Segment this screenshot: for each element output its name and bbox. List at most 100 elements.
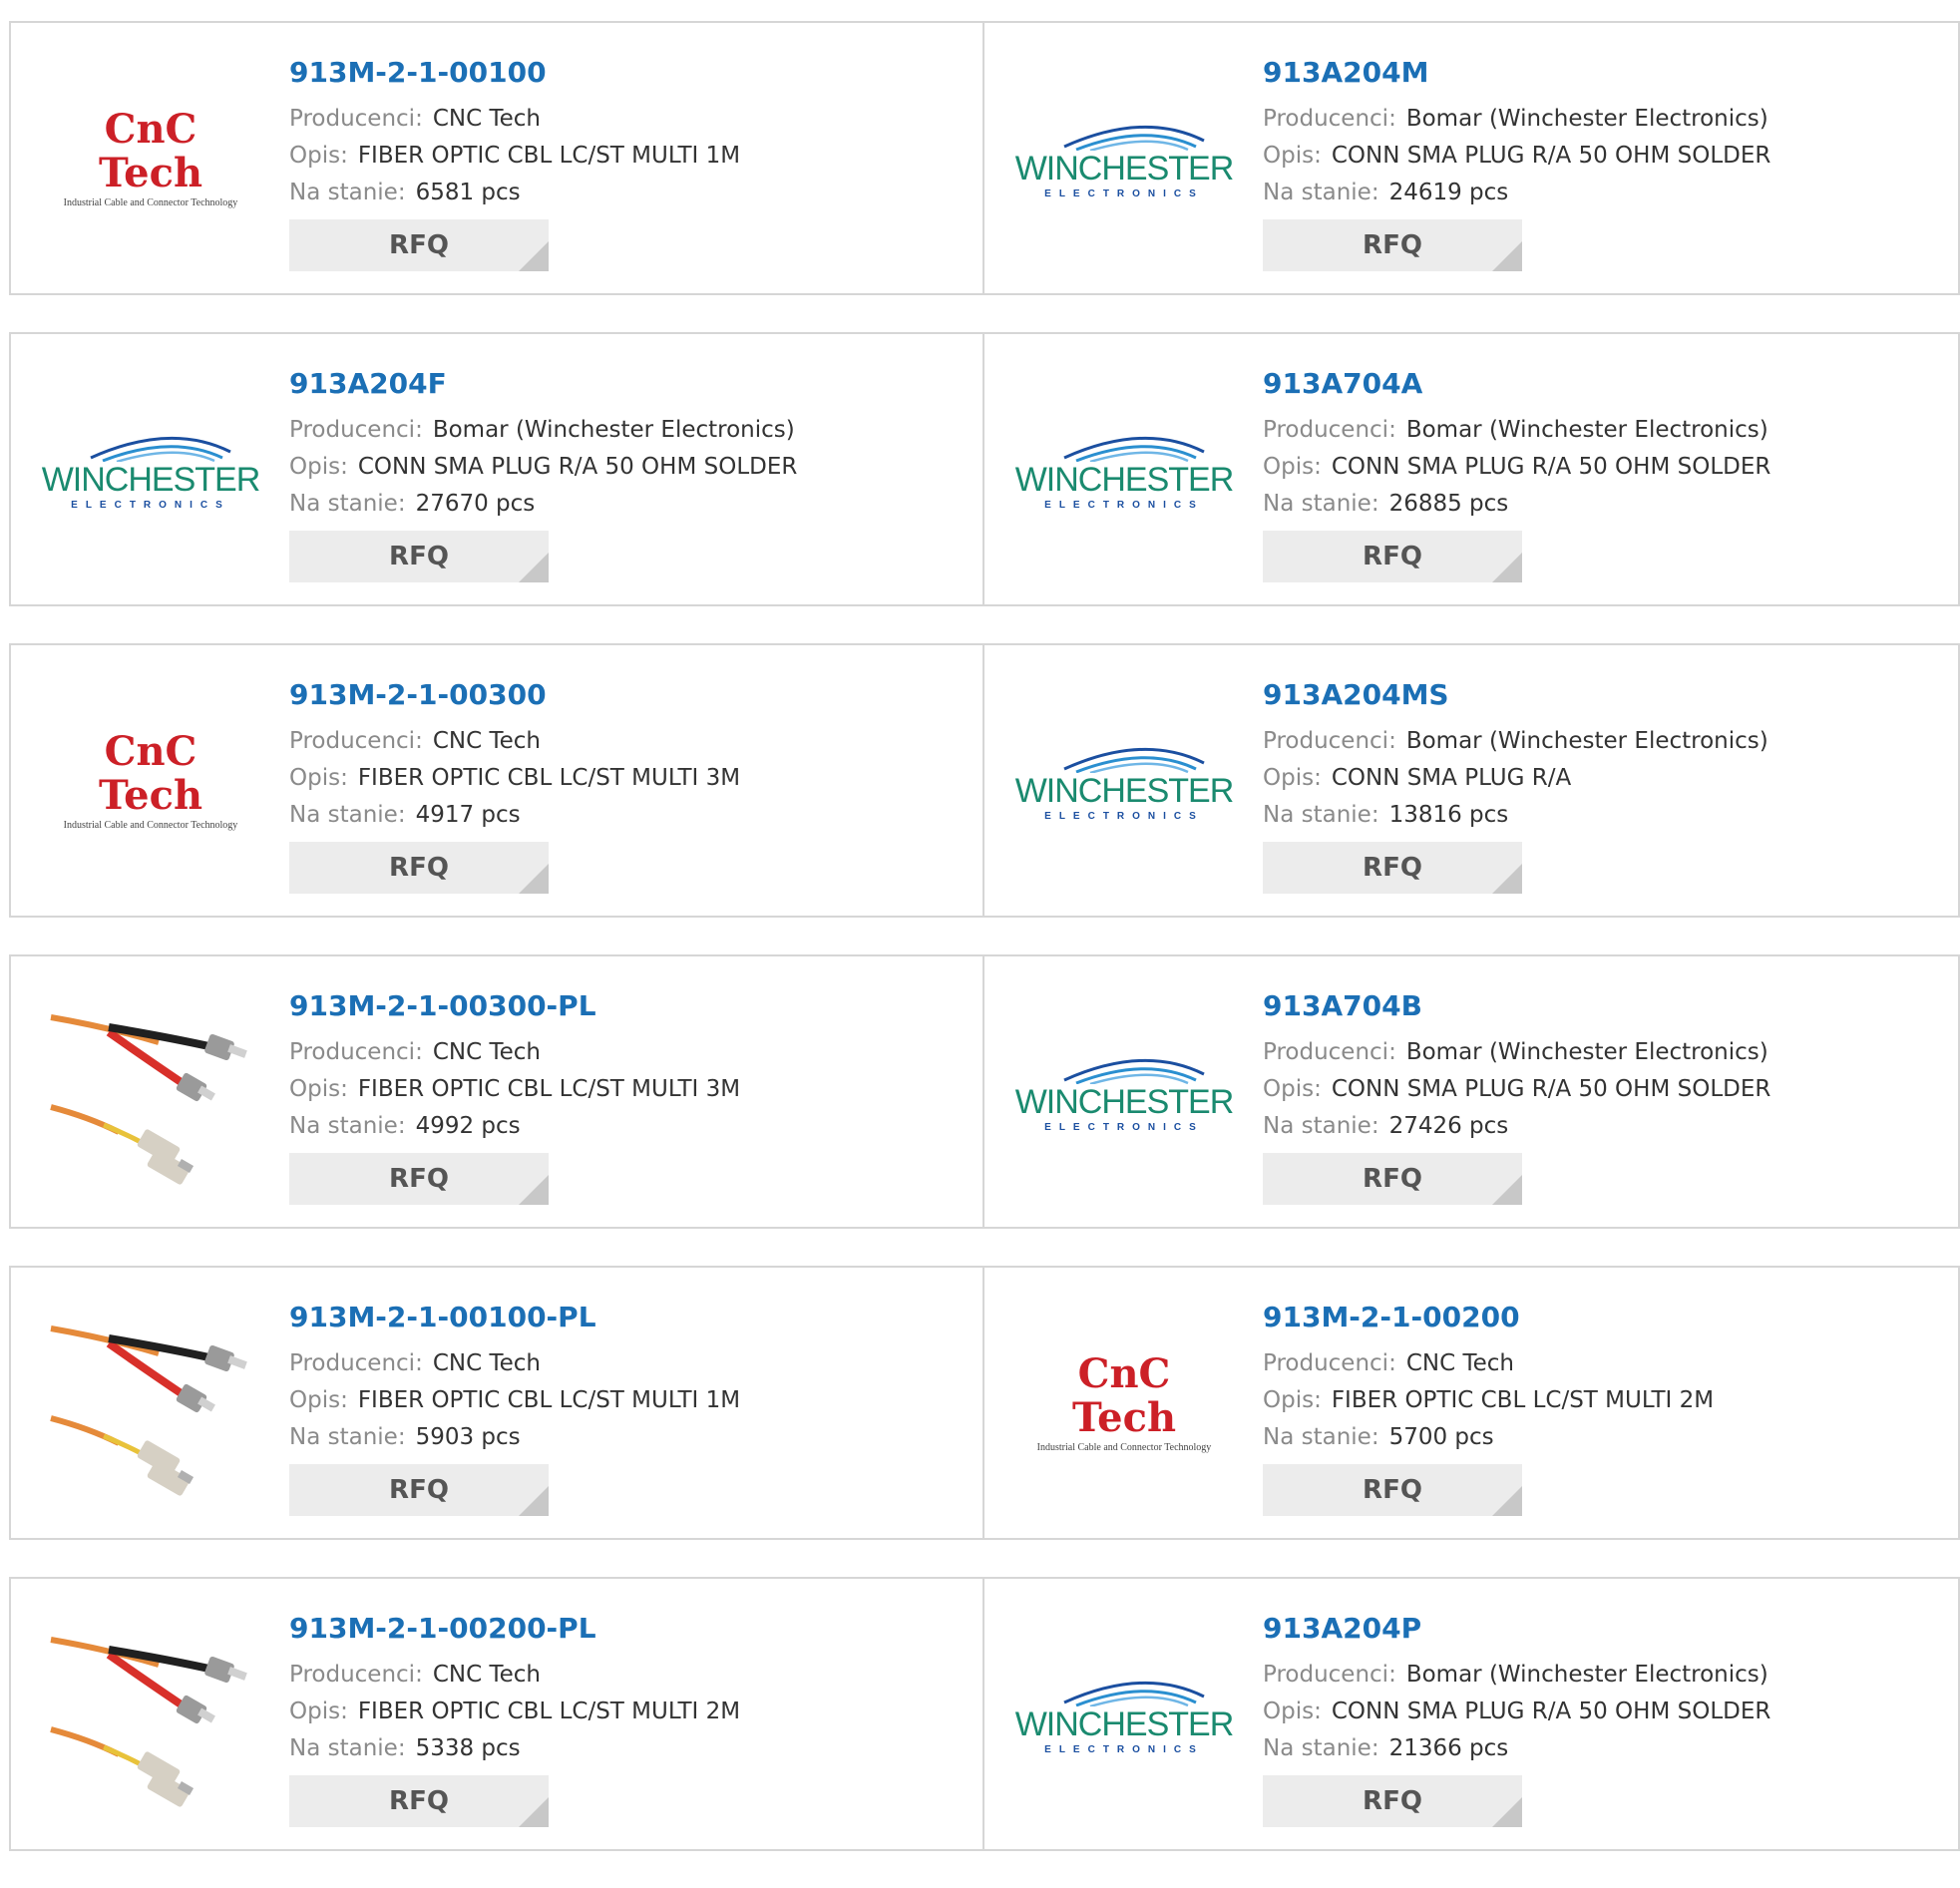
description-line: Opis: FIBER OPTIC CBL LC/ST MULTI 2M: [1263, 1382, 1714, 1419]
manufacturer-line: Producenci: Bomar (Winchester Electronics…: [1263, 412, 1770, 449]
description-value: FIBER OPTIC CBL LC/ST MULTI 2M: [357, 1699, 741, 1724]
manufacturer-value: Bomar (Winchester Electronics): [1405, 728, 1768, 754]
manufacturer-logo[interactable]: CnC Tech Industrial Cable and Connector …: [49, 686, 252, 876]
stock-value: 4992 pcs: [415, 1113, 521, 1139]
product-card: 913M-2-1-00200-PL Producenci: CNC Tech Op…: [11, 1579, 984, 1849]
manufacturer-line: Producenci: CNC Tech: [289, 1034, 740, 1071]
manufacturer-value: CNC Tech: [432, 1350, 541, 1376]
description-value: CONN SMA PLUG R/A 50 OHM SOLDER: [1331, 143, 1771, 169]
cnc-logo-tagline: Industrial Cable and Connector Technolog…: [63, 820, 238, 831]
manufacturer-value: CNC Tech: [432, 106, 541, 132]
part-number-link[interactable]: 913M-2-1-00300: [289, 675, 740, 715]
manufacturer-logo[interactable]: [49, 997, 252, 1187]
rfq-button[interactable]: RFQ: [289, 531, 549, 582]
product-info: 913A204F Producenci: Bomar (Winchester El…: [289, 364, 797, 582]
stock-value: 13816 pcs: [1388, 802, 1509, 828]
manufacturer-logo[interactable]: WINCHESTER ELECTRONICS: [1015, 1620, 1234, 1809]
winchester-logo: WINCHESTER ELECTRONICS: [1015, 428, 1234, 511]
part-number-link[interactable]: 913M-2-1-00100: [289, 53, 740, 93]
part-number-link[interactable]: 913A204MS: [1263, 675, 1768, 715]
rfq-button[interactable]: RFQ: [289, 1464, 549, 1516]
manufacturer-line: Producenci: Bomar (Winchester Electronics…: [1263, 1657, 1770, 1694]
cnc-tech-logo: CnC Tech Industrial Cable and Connector …: [49, 730, 252, 832]
rfq-button[interactable]: RFQ: [1263, 1775, 1522, 1827]
rfq-button-label: RFQ: [1363, 1475, 1422, 1505]
product-grid: CnC Tech Industrial Cable and Connector …: [9, 21, 1960, 1888]
product-card: WINCHESTER ELECTRONICS 913A704A Producen…: [984, 334, 1958, 604]
product-card: CnC Tech Industrial Cable and Connector …: [984, 1268, 1958, 1538]
part-number-link[interactable]: 913A704A: [1263, 364, 1770, 404]
manufacturer-label: Producenci:: [1263, 1662, 1396, 1688]
rfq-button-label: RFQ: [389, 1164, 449, 1194]
description-line: Opis: CONN SMA PLUG R/A: [1263, 760, 1768, 797]
part-number-link[interactable]: 913A704B: [1263, 986, 1770, 1026]
winchester-logo: WINCHESTER ELECTRONICS: [1015, 1673, 1234, 1755]
rfq-button-label: RFQ: [1363, 853, 1422, 883]
rfq-corner-decoration: [1492, 241, 1522, 271]
rfq-button[interactable]: RFQ: [289, 219, 549, 271]
manufacturer-label: Producenci:: [289, 1350, 423, 1376]
cnc-logo-tagline: Industrial Cable and Connector Technolog…: [1036, 1442, 1212, 1453]
manufacturer-logo[interactable]: [49, 1309, 252, 1498]
manufacturer-logo[interactable]: CnC Tech Industrial Cable and Connector …: [49, 64, 252, 253]
manufacturer-label: Producenci:: [289, 106, 423, 132]
manufacturer-value: Bomar (Winchester Electronics): [1405, 417, 1768, 443]
rfq-button-label: RFQ: [1363, 230, 1422, 260]
manufacturer-label: Producenci:: [1263, 1350, 1396, 1376]
rfq-button[interactable]: RFQ: [289, 1775, 549, 1827]
manufacturer-logo[interactable]: CnC Tech Industrial Cable and Connector …: [1022, 1309, 1226, 1498]
description-line: Opis: CONN SMA PLUG R/A 50 OHM SOLDER: [1263, 1071, 1770, 1108]
product-info: 913M-2-1-00100-PL Producenci: CNC Tech Op…: [289, 1298, 740, 1516]
part-number-link[interactable]: 913A204F: [289, 364, 797, 404]
description-line: Opis: FIBER OPTIC CBL LC/ST MULTI 3M: [289, 1071, 740, 1108]
rfq-button[interactable]: RFQ: [289, 842, 549, 894]
product-row: CnC Tech Industrial Cable and Connector …: [9, 21, 1960, 295]
manufacturer-value: Bomar (Winchester Electronics): [1405, 1662, 1768, 1688]
part-number-link[interactable]: 913M-2-1-00200-PL: [289, 1609, 740, 1649]
description-label: Opis:: [289, 765, 348, 791]
part-number-link[interactable]: 913A204P: [1263, 1609, 1770, 1649]
product-card: WINCHESTER ELECTRONICS 913A204F Producen…: [11, 334, 984, 604]
winchester-logo-name: WINCHESTER: [1014, 772, 1235, 810]
stock-label: Na stanie:: [1263, 802, 1379, 828]
part-number-link[interactable]: 913A204M: [1263, 53, 1770, 93]
description-line: Opis: FIBER OPTIC CBL LC/ST MULTI 3M: [289, 760, 740, 797]
manufacturer-logo[interactable]: WINCHESTER ELECTRONICS: [1015, 64, 1234, 253]
cnc-tech-logo: CnC Tech Industrial Cable and Connector …: [1022, 1352, 1226, 1454]
description-value: FIBER OPTIC CBL LC/ST MULTI 1M: [357, 143, 741, 169]
part-number-link[interactable]: 913M-2-1-00200: [1263, 1298, 1714, 1337]
rfq-button-label: RFQ: [1363, 1164, 1422, 1194]
rfq-button[interactable]: RFQ: [1263, 1464, 1522, 1516]
rfq-button[interactable]: RFQ: [289, 1153, 549, 1205]
stock-value: 5700 pcs: [1388, 1424, 1494, 1450]
winchester-logo-tagline: ELECTRONICS: [1044, 1122, 1204, 1133]
winchester-logo: WINCHESTER ELECTRONICS: [42, 428, 260, 511]
stock-value: 26885 pcs: [1388, 491, 1509, 517]
manufacturer-line: Producenci: Bomar (Winchester Electronics…: [1263, 101, 1770, 138]
manufacturer-logo[interactable]: WINCHESTER ELECTRONICS: [1015, 997, 1234, 1187]
rfq-button[interactable]: RFQ: [1263, 1153, 1522, 1205]
stock-label: Na stanie:: [1263, 1424, 1379, 1450]
description-label: Opis:: [1263, 765, 1322, 791]
description-label: Opis:: [289, 1387, 348, 1413]
manufacturer-logo[interactable]: WINCHESTER ELECTRONICS: [1015, 686, 1234, 876]
rfq-button[interactable]: RFQ: [1263, 531, 1522, 582]
manufacturer-logo[interactable]: [49, 1620, 252, 1809]
rfq-button[interactable]: RFQ: [1263, 219, 1522, 271]
manufacturer-logo[interactable]: WINCHESTER ELECTRONICS: [1015, 375, 1234, 565]
manufacturer-value: CNC Tech: [432, 1662, 541, 1688]
rfq-corner-decoration: [1492, 553, 1522, 582]
product-row: CnC Tech Industrial Cable and Connector …: [9, 643, 1960, 918]
description-label: Opis:: [1263, 143, 1322, 169]
rfq-button-label: RFQ: [1363, 542, 1422, 571]
description-value: CONN SMA PLUG R/A 50 OHM SOLDER: [1331, 1076, 1771, 1102]
manufacturer-value: CNC Tech: [432, 728, 541, 754]
rfq-button-label: RFQ: [389, 230, 449, 260]
rfq-button[interactable]: RFQ: [1263, 842, 1522, 894]
manufacturer-line: Producenci: CNC Tech: [289, 723, 740, 760]
part-number-link[interactable]: 913M-2-1-00300-PL: [289, 986, 740, 1026]
manufacturer-logo[interactable]: WINCHESTER ELECTRONICS: [42, 375, 260, 565]
manufacturer-line: Producenci: CNC Tech: [289, 1345, 740, 1382]
part-number-link[interactable]: 913M-2-1-00100-PL: [289, 1298, 740, 1337]
winchester-swoosh-icon: [1063, 125, 1205, 151]
